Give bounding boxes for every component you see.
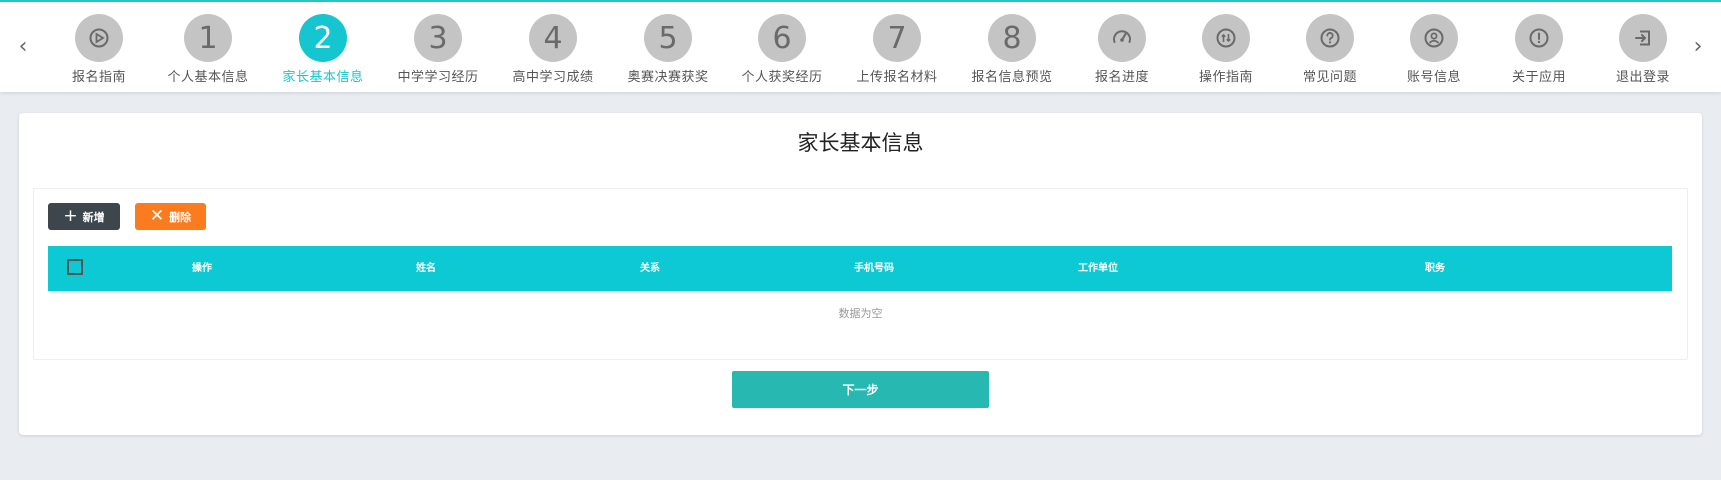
column-header-phone[interactable]: 手机号码 xyxy=(804,246,944,291)
column-header-relation[interactable]: 关系 xyxy=(580,246,720,291)
step-7[interactable]: 7 上传报名材料 xyxy=(842,14,952,85)
step-operation-guide[interactable]: 操作指南 xyxy=(1171,14,1281,85)
step-number: 8 xyxy=(988,14,1036,62)
step-2[interactable]: 2 家长基本信息 xyxy=(268,14,378,85)
step-label: 操作指南 xyxy=(1198,70,1253,85)
step-5[interactable]: 5 奥赛决赛获奖 xyxy=(613,14,723,85)
next-step-button[interactable]: 下一步 xyxy=(732,371,989,408)
delete-button-label: 删除 xyxy=(169,210,192,224)
step-label: 报名进度 xyxy=(1094,70,1149,85)
add-button[interactable]: + 新增 xyxy=(48,203,120,230)
step-number: 3 xyxy=(414,14,462,62)
step-navigation-bar: ‹ 报名指南 1 个人基本信息 2 家长基本信息 3 中学学习经历 4 高中学习… xyxy=(0,0,1721,92)
account-icon xyxy=(1410,14,1458,62)
close-icon: ✕ xyxy=(149,206,165,226)
scroll-right-arrow-icon[interactable]: › xyxy=(1688,32,1708,62)
step-label: 高中学习成绩 xyxy=(512,70,594,85)
step-label: 家长基本信息 xyxy=(282,70,364,85)
column-header-name[interactable]: 姓名 xyxy=(356,246,496,291)
play-icon xyxy=(75,14,123,62)
step-8[interactable]: 8 报名信息预览 xyxy=(957,14,1067,85)
table-header: 操作 姓名 关系 手机号码 工作单位 职务 xyxy=(48,246,1672,291)
step-label: 关于应用 xyxy=(1511,70,1566,85)
table-empty-text: 数据为空 xyxy=(838,307,883,320)
page-title: 家长基本信息 xyxy=(797,131,924,155)
step-label: 常见问题 xyxy=(1302,70,1357,85)
step-progress[interactable]: 报名进度 xyxy=(1067,14,1177,85)
parent-info-card: 家长基本信息 + 新增 ✕ 删除 操作 姓名 关系 手机号码 工作单位 职务 数… xyxy=(19,113,1702,435)
step-6[interactable]: 6 个人获奖经历 xyxy=(727,14,837,85)
step-label: 中学学习经历 xyxy=(397,70,479,85)
info-icon xyxy=(1515,14,1563,62)
step-label: 报名指南 xyxy=(71,70,126,85)
step-number: 2 xyxy=(299,14,347,62)
logout-icon xyxy=(1619,14,1667,62)
column-header-workplace[interactable]: 工作单位 xyxy=(1028,246,1168,291)
step-number: 7 xyxy=(873,14,921,62)
step-number: 4 xyxy=(529,14,577,62)
step-number: 1 xyxy=(184,14,232,62)
step-account[interactable]: 账号信息 xyxy=(1379,14,1489,85)
step-number: 6 xyxy=(758,14,806,62)
select-all-checkbox[interactable] xyxy=(67,259,83,275)
speedometer-icon xyxy=(1098,14,1146,62)
step-3[interactable]: 3 中学学习经历 xyxy=(383,14,493,85)
step-label: 账号信息 xyxy=(1406,70,1461,85)
step-1[interactable]: 1 个人基本信息 xyxy=(153,14,263,85)
step-number: 5 xyxy=(644,14,692,62)
step-logout[interactable]: 退出登录 xyxy=(1588,14,1698,85)
add-button-label: 新增 xyxy=(82,210,105,224)
plus-icon: + xyxy=(63,206,78,226)
step-guide[interactable]: 报名指南 xyxy=(44,14,154,85)
step-label: 报名信息预览 xyxy=(971,70,1053,85)
delete-button[interactable]: ✕ 删除 xyxy=(135,203,206,230)
step-label: 退出登录 xyxy=(1615,70,1670,85)
step-about[interactable]: 关于应用 xyxy=(1484,14,1594,85)
step-4[interactable]: 4 高中学习成绩 xyxy=(498,14,608,85)
guide-icon xyxy=(1202,14,1250,62)
step-label: 个人获奖经历 xyxy=(741,70,823,85)
column-header-position[interactable]: 职务 xyxy=(1365,246,1505,291)
column-header-action[interactable]: 操作 xyxy=(132,246,272,291)
step-label: 上传报名材料 xyxy=(856,70,938,85)
step-label: 个人基本信息 xyxy=(167,70,249,85)
scroll-left-arrow-icon[interactable]: ‹ xyxy=(13,32,33,62)
table-panel: + 新增 ✕ 删除 操作 姓名 关系 手机号码 工作单位 职务 数据为空 xyxy=(33,188,1688,360)
step-label: 奥赛决赛获奖 xyxy=(627,70,709,85)
question-icon xyxy=(1306,14,1354,62)
step-faq[interactable]: 常见问题 xyxy=(1275,14,1385,85)
